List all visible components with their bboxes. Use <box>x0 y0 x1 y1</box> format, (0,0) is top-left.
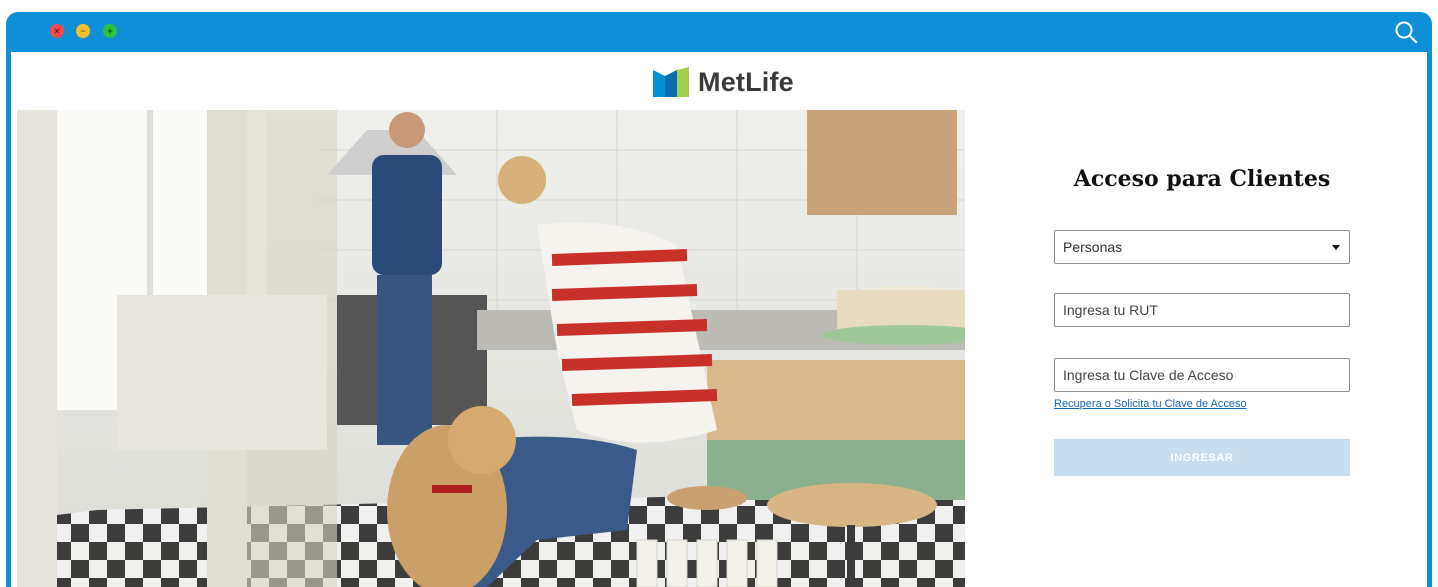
close-window-button[interactable]: × <box>50 24 64 38</box>
hero-image <box>17 110 965 587</box>
chevron-down-icon <box>1332 245 1340 250</box>
page-content: MetLife Acceso para Clientes Personas In… <box>11 52 1427 587</box>
client-type-select[interactable]: Personas <box>1054 230 1350 264</box>
title-bar: × − + <box>6 12 1432 52</box>
password-input[interactable] <box>1054 358 1350 392</box>
recover-password-link[interactable]: Recupera o Solicita tu Clave de Acceso <box>1054 398 1247 410</box>
maximize-window-button[interactable]: + <box>103 24 117 38</box>
login-title: Acceso para Clientes <box>1073 166 1331 192</box>
metlife-logo[interactable]: MetLife <box>653 66 794 98</box>
submit-button[interactable]: INGRESAR <box>1054 439 1350 476</box>
rut-input[interactable] <box>1054 293 1350 327</box>
brand-name: MetLife <box>698 66 794 97</box>
kitchen-photo <box>17 110 965 587</box>
client-type-value: Personas <box>1063 239 1123 255</box>
minimize-window-button[interactable]: − <box>76 24 90 38</box>
metlife-logo-icon <box>653 67 689 97</box>
browser-window: × − + MetLife Acceso para Clientes Perso… <box>6 12 1432 587</box>
search-icon[interactable] <box>1394 20 1418 44</box>
